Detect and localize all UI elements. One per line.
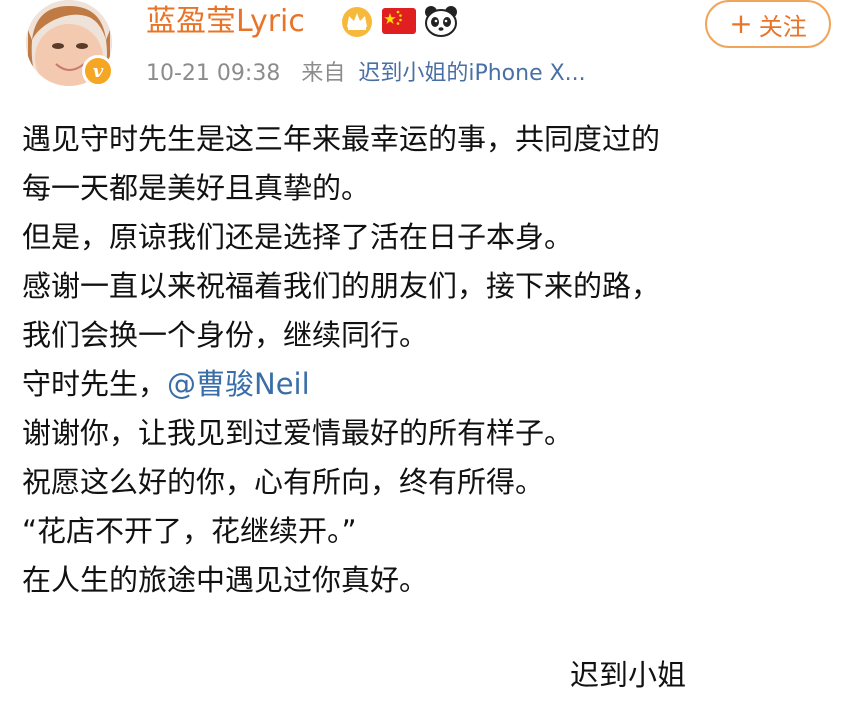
plus-icon: +	[729, 7, 753, 40]
post-source-link[interactable]: 迟到小姐的iPhone X...	[358, 61, 585, 86]
panda-icon	[424, 4, 458, 38]
verified-v-icon: v	[82, 55, 114, 87]
verified-v-glyph: v	[92, 60, 104, 82]
mention-prefix: 守时先生，	[22, 367, 168, 401]
post-line: 感谢一直以来祝福着我们的朋友们，接下来的路，	[22, 269, 661, 303]
china-flag-icon	[382, 4, 416, 38]
post-line: 我们会换一个身份，继续同行。	[22, 318, 429, 352]
post-signature: 迟到小姐	[570, 658, 687, 692]
post-meta: 10-21 09:38 来自 迟到小姐的iPhone X...	[146, 56, 586, 92]
post-line: 但是，原谅我们还是选择了活在日子本身。	[22, 220, 574, 254]
from-label: 来自	[301, 61, 346, 86]
post-body: 遇见守时先生是这三年来最幸运的事，共同度过的 每一天都是美好且真挚的。 但是，原…	[22, 115, 837, 605]
post-line: 祝愿这么好的你，心有所向，终有所得。	[22, 465, 545, 499]
username[interactable]: 蓝盈莹Lyric	[146, 2, 305, 42]
post-time: 10-21 09:38	[146, 61, 281, 86]
post-line: 遇见守时先生是这三年来最幸运的事，共同度过的	[22, 122, 661, 156]
post-line-mention: 守时先生，@曹骏Neil	[22, 360, 837, 409]
follow-button[interactable]: + 关注	[705, 0, 831, 48]
post-line: 在人生的旅途中遇见过你真好。	[22, 563, 429, 597]
post-line: 每一天都是美好且真挚的。	[22, 171, 371, 205]
post-line: “花店不开了，花继续开。”	[22, 514, 357, 548]
mention-link[interactable]: @曹骏Neil	[167, 367, 310, 401]
crown-icon[interactable]	[340, 4, 374, 38]
user-badges	[340, 4, 458, 38]
post-line: 谢谢你，让我见到过爱情最好的所有样子。	[22, 416, 574, 450]
follow-button-label: 关注	[758, 12, 807, 41]
